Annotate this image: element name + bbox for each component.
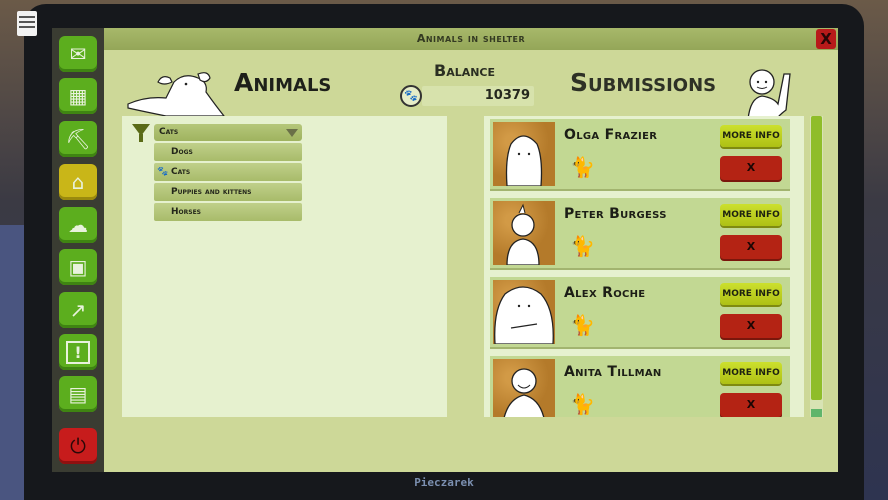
option-label: Cats [171, 167, 191, 177]
cat-icon: 🐈 [570, 234, 595, 258]
more-info-button[interactable]: MORE INFO [720, 204, 782, 226]
option-label: Horses [171, 207, 201, 217]
reject-button[interactable]: X [720, 156, 782, 180]
dog-photo-icon: ▣ [68, 255, 88, 279]
sidebar-item-statistics[interactable]: ↗ [59, 292, 97, 328]
submission-card: Olga Frazier 🐈 MORE INFO X [490, 119, 790, 189]
cat-icon: 🐈 [570, 313, 595, 337]
dropdown-option-dogs[interactable]: Dogs [154, 143, 302, 161]
submissions-list: Olga Frazier 🐈 MORE INFO X Peter Burgess… [484, 116, 804, 417]
sidebar-item-animal-photo[interactable]: ▣ [59, 249, 97, 285]
dropdown-selected-value: Cats [159, 127, 179, 137]
monitor-brand-logo: Pieczarek [414, 476, 474, 489]
envelope-icon: ✉ [69, 42, 87, 66]
exclamation-icon: ! [66, 340, 90, 364]
chevron-down-icon [286, 129, 298, 137]
cat-icon: 🐈 [570, 155, 595, 179]
sidebar-item-cleaning[interactable]: ⛏ [59, 121, 97, 157]
reject-button[interactable]: X [720, 314, 782, 338]
trend-arrow-icon: ↗ [69, 298, 87, 322]
task-list-icon[interactable] [17, 11, 37, 36]
dropdown-option-horses[interactable]: Horses [154, 203, 302, 221]
animal-house-icon: ⌂ [71, 170, 85, 194]
sidebar-item-animals-in-shelter[interactable]: ⌂ [59, 164, 97, 200]
balance-value: 10379 [422, 86, 534, 106]
applicant-portrait [493, 122, 555, 186]
dog-illustration [127, 72, 226, 117]
submissions-heading: Submissions [570, 68, 717, 97]
sidebar-item-alerts[interactable]: ! [59, 334, 97, 370]
power-icon: ⏻ [70, 434, 86, 458]
sidebar-item-notebook[interactable]: ▤ [59, 376, 97, 412]
applicant-portrait [493, 201, 555, 265]
shovel-icon: ⛏ [65, 127, 91, 151]
filter-icon-stem [139, 134, 143, 142]
animals-in-shelter-window: Animals in shelter X Animals Balance 🐾 1… [104, 28, 838, 472]
applicant-portrait [493, 280, 555, 344]
applicant-name: Anita Tillman [564, 364, 662, 380]
scrollbar-thumb[interactable] [811, 116, 822, 400]
option-label: Dogs [171, 147, 193, 157]
reject-button[interactable]: X [720, 393, 782, 417]
option-label: Puppies and kittens [171, 187, 252, 197]
rain-cloud-cat-icon: ☁ [68, 213, 88, 237]
applicant-name: Olga Frazier [564, 127, 658, 143]
sidebar-item-shop[interactable]: ▦ [59, 78, 97, 114]
waving-person-illustration [747, 69, 791, 120]
animals-heading: Animals [234, 68, 332, 97]
dropdown-option-cats[interactable]: 🐾 Cats [154, 163, 302, 181]
window-title: Animals in shelter [104, 28, 838, 50]
power-button[interactable]: ⏻ [59, 428, 97, 464]
selected-paw-icon: 🐾 [157, 167, 169, 177]
notebook-icon: ▤ [68, 382, 88, 406]
dropdown-option-puppies-and-kittens[interactable]: Puppies and kittens [154, 183, 302, 201]
animals-list-panel: Cats Dogs 🐾 Cats Puppies and kittens Hors… [122, 116, 447, 417]
reject-button[interactable]: X [720, 235, 782, 259]
more-info-button[interactable]: MORE INFO [720, 125, 782, 147]
applicant-name: Peter Burgess [564, 206, 667, 222]
basket-icon: ▦ [68, 84, 88, 108]
balance-label: Balance [434, 61, 496, 80]
applicant-name: Alex Roche [564, 285, 646, 301]
sidebar-item-mail[interactable]: ✉ [59, 36, 97, 72]
close-button[interactable]: X [816, 29, 836, 49]
animal-type-dropdown[interactable]: Cats [154, 124, 302, 141]
cat-icon: 🐈 [570, 392, 595, 416]
scrollbar-end-cap [811, 409, 822, 417]
dropdown-options: Dogs 🐾 Cats Puppies and kittens Horses [154, 143, 302, 223]
submission-card: Peter Burgess 🐈 MORE INFO X [490, 198, 790, 268]
more-info-button[interactable]: MORE INFO [720, 283, 782, 305]
submission-card: Anita Tillman 🐈 MORE INFO X [490, 356, 790, 417]
paw-coin-icon: 🐾 [400, 85, 422, 107]
more-info-button[interactable]: MORE INFO [720, 362, 782, 384]
submissions-scrollbar[interactable] [810, 116, 823, 417]
applicant-portrait [493, 359, 555, 417]
submission-card: Alex Roche 🐈 MORE INFO X [490, 277, 790, 347]
sidebar: ✉ ▦ ⛏ ⌂ ☁ ▣ ↗ ! ▤ ⏻ [52, 28, 104, 472]
sidebar-item-sick-animals[interactable]: ☁ [59, 207, 97, 243]
